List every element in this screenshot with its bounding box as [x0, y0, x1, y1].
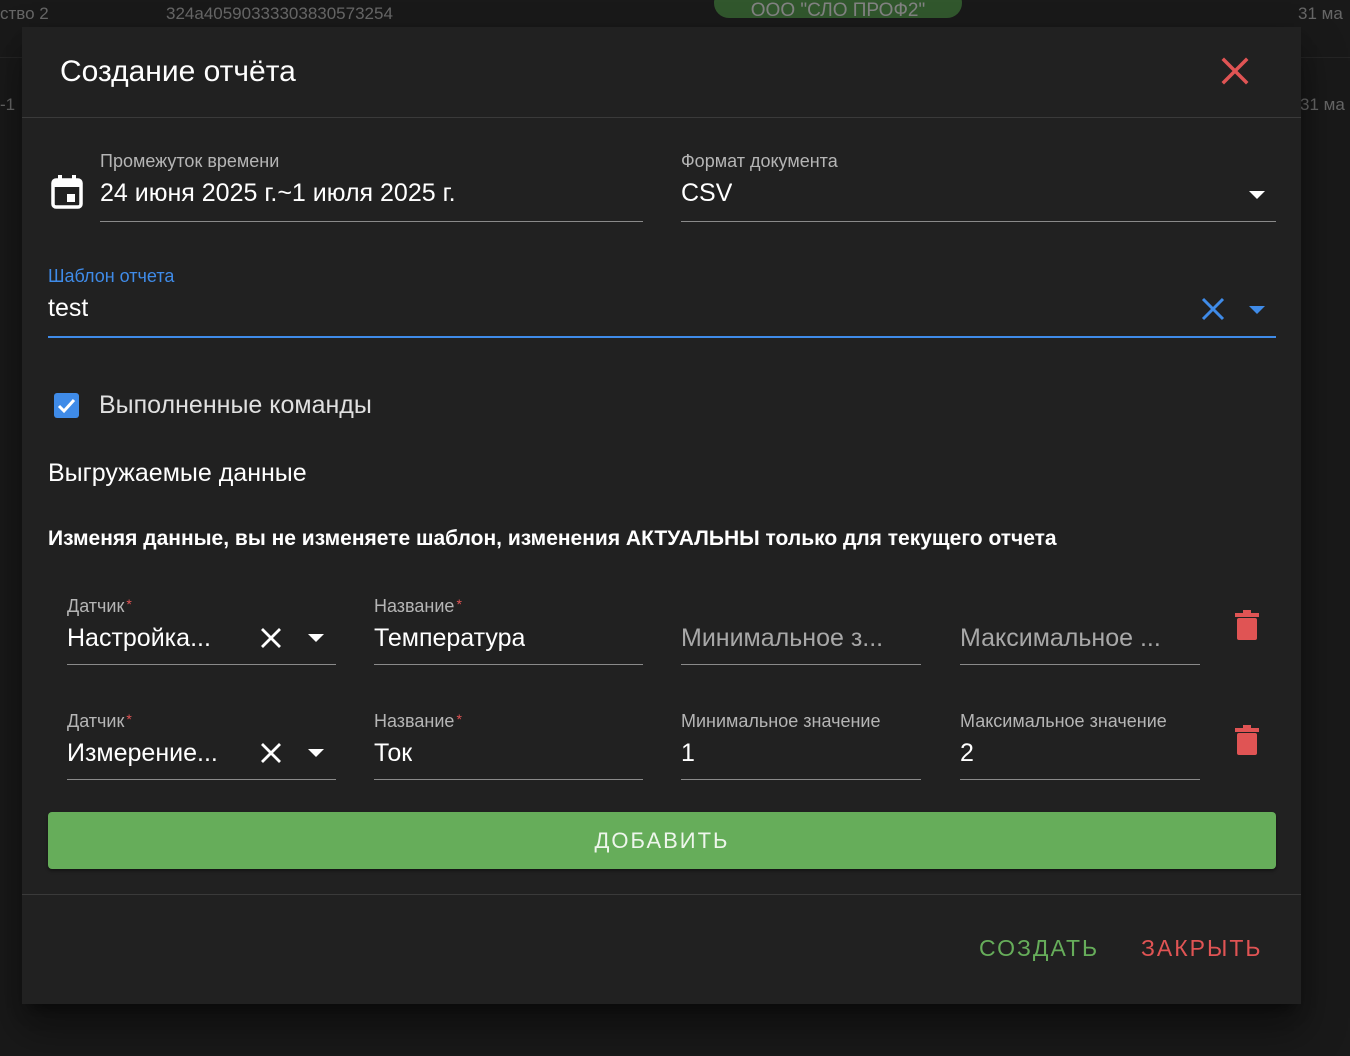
create-button[interactable]: СОЗДАТЬ — [979, 935, 1099, 962]
min-underline — [681, 664, 921, 665]
name-value[interactable]: Температура — [374, 624, 525, 653]
clear-icon[interactable] — [1200, 296, 1226, 322]
sensor-underline — [67, 779, 336, 780]
close-button[interactable]: ЗАКРЫТЬ — [1141, 935, 1262, 962]
format-select[interactable]: Формат документа CSV — [681, 151, 1276, 223]
period-field[interactable]: Промежуток времени 24 июня 2025 г.~1 июл… — [100, 151, 643, 223]
max-underline — [960, 664, 1200, 665]
footer-divider — [22, 894, 1301, 895]
min-value-field[interactable]: Минимальное з... — [681, 596, 921, 666]
sensor-select[interactable]: Датчик * Настройка... — [67, 596, 336, 666]
min-label: Минимальное значение — [681, 711, 881, 731]
min-value-field[interactable]: Минимальное значение 1 — [681, 711, 921, 781]
executed-commands-checkbox[interactable] — [54, 393, 79, 418]
add-button[interactable]: ДОБАВИТЬ — [48, 812, 1276, 869]
create-report-dialog: Создание отчёта Промежуток времени 24 ию… — [22, 27, 1301, 1004]
calendar-icon[interactable] — [51, 175, 83, 209]
name-label: Название * — [374, 596, 462, 616]
clear-icon[interactable] — [259, 626, 283, 650]
name-underline — [374, 664, 643, 665]
format-underline — [681, 221, 1276, 222]
sensor-select[interactable]: Датчик * Измерение... — [67, 711, 336, 781]
sensor-label: Датчик * — [67, 711, 132, 731]
chevron-down-icon[interactable] — [308, 634, 324, 642]
max-underline — [960, 779, 1200, 780]
max-placeholder[interactable]: Максимальное ... — [960, 624, 1200, 653]
period-underline — [100, 221, 643, 222]
check-icon — [57, 398, 76, 414]
template-label: Шаблон отчета — [48, 266, 175, 286]
executed-commands-label[interactable]: Выполненные команды — [99, 391, 372, 420]
chevron-down-icon[interactable] — [1249, 191, 1265, 199]
format-label: Формат документа — [681, 151, 838, 171]
sensor-value[interactable]: Настройка... — [67, 624, 232, 653]
header-divider — [22, 117, 1301, 118]
min-placeholder[interactable]: Минимальное з... — [681, 624, 921, 653]
template-value[interactable]: test — [48, 294, 88, 323]
max-value[interactable]: 2 — [960, 739, 974, 768]
max-value-field[interactable]: Максимальное значение 2 — [960, 711, 1200, 781]
template-underline — [48, 336, 1276, 338]
min-underline — [681, 779, 921, 780]
sensor-label: Датчик * — [67, 596, 132, 616]
sensor-value[interactable]: Измерение... — [67, 739, 232, 768]
trash-icon[interactable] — [1235, 725, 1259, 755]
name-label: Название * — [374, 711, 462, 731]
clear-icon[interactable] — [259, 741, 283, 765]
chevron-down-icon[interactable] — [1249, 306, 1265, 314]
period-label: Промежуток времени — [100, 151, 280, 171]
sensor-underline — [67, 664, 336, 665]
period-value[interactable]: 24 июня 2025 г.~1 июля 2025 г. — [100, 179, 456, 208]
name-value[interactable]: Ток — [374, 739, 412, 768]
trash-icon[interactable] — [1235, 610, 1259, 640]
notice-text: Изменяя данные, вы не изменяете шаблон, … — [48, 527, 1057, 550]
max-value-field[interactable]: Максимальное ... — [960, 596, 1200, 666]
max-label: Максимальное значение — [960, 711, 1167, 731]
name-field[interactable]: Название * Ток — [374, 711, 643, 781]
format-value[interactable]: CSV — [681, 179, 732, 208]
name-field[interactable]: Название * Температура — [374, 596, 643, 666]
chevron-down-icon[interactable] — [308, 749, 324, 757]
name-underline — [374, 779, 643, 780]
template-select[interactable]: Шаблон отчета test — [48, 266, 1276, 338]
dialog-title: Создание отчёта — [60, 55, 296, 88]
close-icon[interactable] — [1218, 54, 1252, 88]
section-title: Выгружаемые данные — [48, 459, 307, 487]
min-value[interactable]: 1 — [681, 739, 695, 768]
